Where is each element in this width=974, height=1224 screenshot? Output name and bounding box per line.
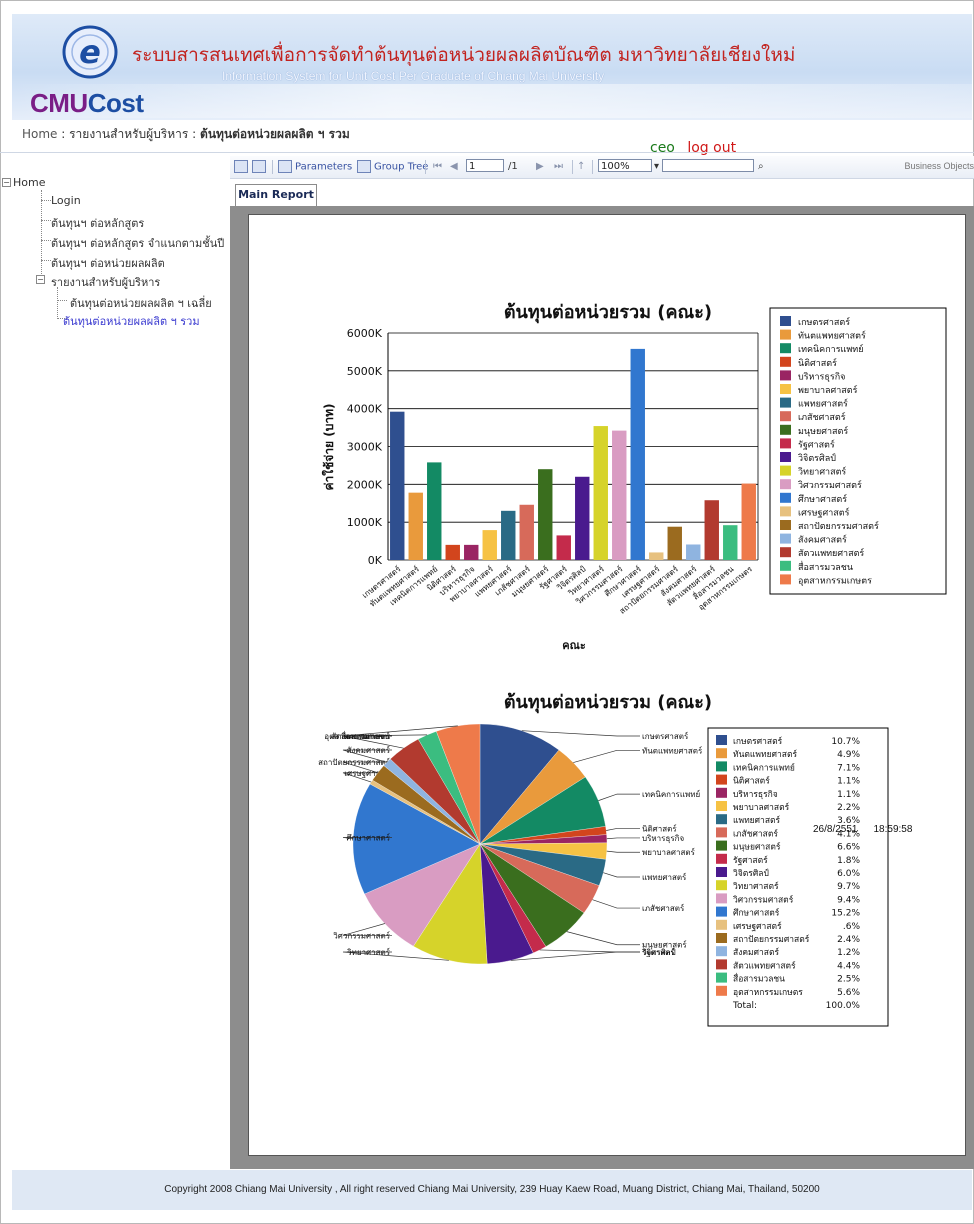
last-page-icon[interactable]: ⏭ <box>554 160 563 174</box>
binoculars-search-icon[interactable]: ⌕ <box>758 160 764 174</box>
footer-copyright: Copyright 2008 Chiang Mai University , A… <box>12 1170 972 1210</box>
tree-collapse-toggle[interactable]: − <box>36 275 45 284</box>
breadcrumb-section[interactable]: รายงานสำหรับผู้บริหาร <box>69 127 188 141</box>
tree-connector <box>57 300 67 301</box>
zoom-select[interactable]: 100% <box>598 159 652 172</box>
group-tree-icon <box>357 160 371 173</box>
search-input[interactable] <box>662 159 754 172</box>
parameters-label: Parameters <box>295 161 353 173</box>
report-tab-bar: Main Report <box>230 180 974 207</box>
svg-text:e: e <box>79 33 101 71</box>
cmucost-logo: CMUCost <box>30 88 144 119</box>
breadcrumb-separator: : <box>57 127 70 141</box>
first-page-icon[interactable]: ⏮ <box>433 160 442 174</box>
tree-item-cost-per-curriculum[interactable]: ต้นทุนฯ ต่อหลักสูตร <box>51 214 144 232</box>
e-logo-icon: e <box>62 25 118 79</box>
next-page-icon[interactable]: ▶ <box>536 160 544 174</box>
tree-item-avg-cost-per-output[interactable]: ต้นทุนต่อหน่วยผลผลิต ฯ เฉลี่ย <box>70 294 212 312</box>
sidebar-tree: − Home Login ต้นทุนฯ ต่อหลักสูตร ต้นทุนฯ… <box>0 170 226 710</box>
chevron-down-icon[interactable]: ▾ <box>654 160 659 174</box>
tree-connector <box>41 220 51 221</box>
export-icon[interactable] <box>234 160 251 174</box>
toolbar-separator <box>272 160 273 174</box>
system-title-thai: ระบบสารสนเทศเพื่อการจัดทำต้นทุนต่อหน่วยผ… <box>132 44 796 66</box>
group-tree-button[interactable]: Group Tree <box>357 160 428 174</box>
tree-connector <box>41 190 42 282</box>
tree-connector <box>41 200 51 201</box>
user-bar: ceo log out <box>650 140 736 156</box>
header-divider <box>0 152 974 153</box>
breadcrumb-home[interactable]: Home <box>22 127 57 141</box>
breadcrumb-current: ต้นทุนต่อหน่วยผลผลิต ฯ รวม <box>200 127 350 141</box>
username-label: ceo <box>650 140 675 156</box>
logo-suffix: Cost <box>87 88 144 118</box>
drill-up-icon[interactable]: ↑ <box>577 160 585 174</box>
tree-connector <box>57 287 58 319</box>
toolbar-separator <box>592 160 593 174</box>
report-viewer-toolbar: Parameters Group Tree ⏮ ◀ 1 /1 ▶ ⏭ ↑ 100… <box>230 156 974 179</box>
logo-prefix: CMU <box>30 88 88 118</box>
prev-page-icon[interactable]: ◀ <box>450 160 458 174</box>
report-date: 26/8/2551 <box>813 824 858 835</box>
report-timestamp: 26/8/2551 18:59:58 <box>813 824 912 835</box>
header-banner: e CMUCost ระบบสารสนเทศเพื่อการจัดทำต้นทุ… <box>12 14 972 120</box>
group-tree-label: Group Tree <box>374 161 429 173</box>
tree-item-cost-per-output-unit[interactable]: ต้นทุนฯ ต่อหน่วยผลผลิต <box>51 254 165 272</box>
tree-item-login[interactable]: Login <box>51 194 81 207</box>
parameters-button[interactable]: Parameters <box>278 160 352 174</box>
breadcrumb-separator: : <box>188 127 201 141</box>
tab-main-report[interactable]: Main Report <box>235 184 317 207</box>
system-title-english: Information System for Unit Cost Per Gra… <box>222 69 605 83</box>
tree-item-total-cost-per-output[interactable]: ต้นทุนต่อหน่วยผลผลิต ฯ รวม <box>63 312 200 330</box>
tree-connector <box>41 240 51 241</box>
toolbar-separator <box>572 160 573 174</box>
breadcrumb: Home : รายงานสำหรับผู้บริหาร : ต้นทุนต่อ… <box>22 125 350 144</box>
page-total-label: /1 <box>508 161 518 172</box>
tree-item-home[interactable]: Home <box>13 176 45 189</box>
report-page <box>248 214 966 1156</box>
page-number-input[interactable]: 1 <box>466 159 504 172</box>
report-time: 18:59:58 <box>873 824 913 835</box>
tree-item-cost-per-curriculum-by-year[interactable]: ต้นทุนฯ ต่อหลักสูตร จำแนกตามชั้นปี <box>51 234 224 252</box>
toolbar-separator <box>425 160 426 174</box>
tree-collapse-toggle[interactable]: − <box>2 178 11 187</box>
tree-item-executive-reports[interactable]: รายงานสำหรับผู้บริหาร <box>51 273 160 291</box>
tree-connector <box>41 260 51 261</box>
banner-streak <box>12 84 972 118</box>
parameters-icon <box>278 160 292 173</box>
print-icon[interactable] <box>252 160 269 174</box>
logout-link[interactable]: log out <box>687 140 736 156</box>
business-objects-logo: Business Objects <box>904 161 974 171</box>
